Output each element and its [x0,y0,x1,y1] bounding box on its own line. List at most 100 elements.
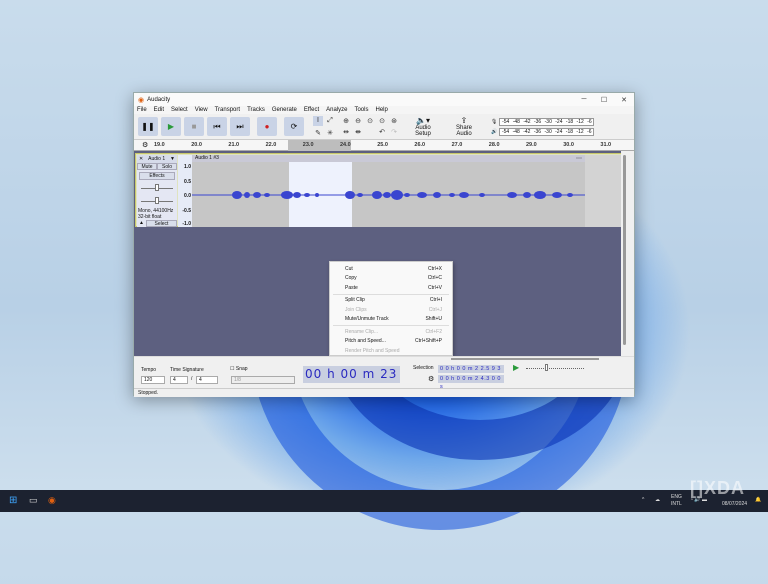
timeline-ruler[interactable]: ⚙ 19.0 20.0 21.0 22.0 23.0 24.0 25.0 26.0 27.0 28.… [134,140,634,151]
effects-button[interactable]: Effects [139,172,175,180]
snap-select[interactable]: 1/8 [231,376,295,384]
selection-start[interactable]: 0 0 h 0 0 m 2 2.5 9 3 s [438,365,504,380]
zoom-in-icon[interactable]: ⊕ [341,116,351,126]
menu-bar: File Edit Select View Transport Tracks Generat… [134,106,634,114]
context-item-label: Split Clip [345,297,365,304]
selection-settings-icon[interactable]: ⚙ [428,375,434,383]
audio-setup-button[interactable]: 🔈▾ Audio Setup [407,116,439,137]
menu-generate[interactable]: Generate [272,107,297,113]
context-item-pitch-and-speed[interactable]: Pitch and Speed... Ctrl+Shift+P [330,337,452,347]
fit-selection-icon[interactable]: ⊙ [365,116,375,126]
select-button[interactable]: Select [145,220,177,227]
keyboard-layout[interactable]: INTL [671,501,682,507]
waveform-burst [264,193,270,197]
undo-icon[interactable]: ↶ [377,127,387,137]
playback-speed-slider[interactable] [526,364,584,371]
waveform-clip[interactable]: Audio 1 #3 ⋯ [192,155,585,227]
context-item-paste[interactable]: Paste Ctrl+V [330,283,452,293]
time-signature-denominator[interactable]: 4 [196,376,218,384]
play-button[interactable]: ▶ [161,117,181,136]
tracks-area[interactable]: ✕ Audio 1 ▼ Mute Solo Effects Mono, 44100Hz… [134,151,628,356]
snap-label: Snap [235,366,248,372]
notification-bell-icon[interactable]: 🔔 [755,497,761,503]
snap-checkbox[interactable]: ☐ Snap [230,366,248,372]
envelope-tool-icon[interactable]: ⤢ [325,116,335,126]
language-indicator[interactable]: ENG [671,494,682,500]
gain-slider[interactable] [141,184,173,191]
onedrive-icon[interactable]: ☁ [655,497,660,503]
speaker-icon: 🔊 [491,128,498,135]
waveform [192,190,585,200]
silence-icon[interactable]: ⇼ [353,127,363,137]
waveform-burst [449,193,455,197]
file-explorer-icon[interactable]: ▭ [29,495,38,506]
playback-meter[interactable]: 🔊 -54 -48 -42 -36 -30 -24 -18 -12 -6 [491,127,595,136]
amplitude-scale[interactable]: 1.0 0.5 0.0 -0.5 -1.0 [178,155,192,227]
pan-slider[interactable] [141,197,173,204]
selection-tool-icon[interactable]: I [313,115,323,126]
share-audio-button[interactable]: ⇪ Share Audio [448,116,480,137]
solo-button[interactable]: Solo [157,163,177,170]
clip-menu-icon[interactable]: ⋯ [576,155,582,162]
menu-tracks[interactable]: Tracks [247,107,265,113]
time-signature-numerator[interactable]: 4 [170,376,188,384]
loop-button[interactable]: ⟳ [284,117,304,136]
multi-tool-icon[interactable]: ✳ [325,128,335,138]
windows-start-icon[interactable]: ⊞ [9,495,17,506]
menu-select[interactable]: Select [171,107,188,113]
stop-button[interactable]: ■ [184,117,204,136]
track-name[interactable]: Audio 1 [148,156,165,162]
status-bar: Stopped. [134,388,634,397]
collapse-icon[interactable]: ▲ [139,220,144,227]
menu-effect[interactable]: Effect [304,107,319,113]
maximize-button[interactable]: ☐ [594,96,614,104]
ruler-tick: 24.0 [340,142,351,148]
context-item-split-clip[interactable]: Split Clip Ctrl+I [330,296,452,306]
menu-transport[interactable]: Transport [215,107,240,113]
menu-tools[interactable]: Tools [354,107,368,113]
draw-tool-icon[interactable]: ✎ [313,128,323,138]
track-close-icon[interactable]: ✕ [139,156,143,162]
audacity-taskbar-icon[interactable]: ◉ [48,495,56,506]
selection-end[interactable]: 0 0 h 0 0 m 2 4.3 0 0 s [438,375,504,390]
pause-button[interactable]: ❚❚ [138,117,158,136]
ruler-tick: 29.0 [526,142,537,148]
time-display[interactable]: 00 h 00 m 23 s [303,366,400,398]
track-menu-icon[interactable]: ▼ [170,156,175,162]
audio-track[interactable]: ✕ Audio 1 ▼ Mute Solo Effects Mono, 44100Hz… [135,153,626,227]
skip-start-button[interactable]: ⏮ [207,117,227,136]
vertical-scrollbar[interactable] [621,151,628,356]
skip-end-button[interactable]: ⏭ [230,117,250,136]
record-meter[interactable]: 🎙 -54 -48 -42 -36 -30 -24 -18 -12 -6 [491,117,595,126]
taskbar-date[interactable]: 08/07/2024 [722,501,747,507]
trim-icon[interactable]: ⇹ [341,127,351,137]
zoom-toggle-icon[interactable]: ⊛ [389,116,399,126]
zoom-out-icon[interactable]: ⊖ [353,116,363,126]
context-item-copy[interactable]: Copy Ctrl+C [330,274,452,284]
meter-tick: -36 [533,118,542,125]
meter-tick: -12 [576,118,584,125]
context-item-mute-unmute-track[interactable]: Mute/Unmute Track Shift+U [330,315,452,325]
ruler-settings-icon[interactable]: ⚙ [142,141,148,149]
horizontal-scrollbar[interactable] [451,358,599,360]
tempo-input[interactable]: 120 [141,376,165,384]
menu-help[interactable]: Help [375,107,387,113]
meter-tick: -42 [523,118,531,125]
menu-view[interactable]: View [195,107,208,113]
context-item-shortcut: Ctrl+Shift+P [415,338,442,345]
menu-edit[interactable]: Edit [154,107,164,113]
minimize-button[interactable]: ─ [574,96,594,104]
record-button[interactable]: ● [257,117,277,136]
play-at-speed-button[interactable]: ▶ [513,363,519,372]
menu-analyze[interactable]: Analyze [326,107,347,113]
menu-file[interactable]: File [137,107,147,113]
redo-icon[interactable]: ↷ [389,127,399,137]
tray-chevron-icon[interactable]: ^ [642,497,644,503]
close-button[interactable]: ✕ [614,96,634,104]
context-item-label: Pitch and Speed... [345,338,386,345]
toolbar: ❚❚ ▶ ■ ⏮ ⏭ ● ⟳ I ⤢ ✎ ✳ ⊕ ⊖ ⊙ ⊙ ⊛ ⇹ ⇼ ↶ ↷ 🔈▾ Audio … [134,114,634,140]
mute-button[interactable]: Mute [137,163,157,170]
fit-project-icon[interactable]: ⊙ [377,116,387,126]
clip-title[interactable]: Audio 1 #3 [192,155,585,162]
context-item-cut[interactable]: Cut Ctrl+X [330,264,452,274]
